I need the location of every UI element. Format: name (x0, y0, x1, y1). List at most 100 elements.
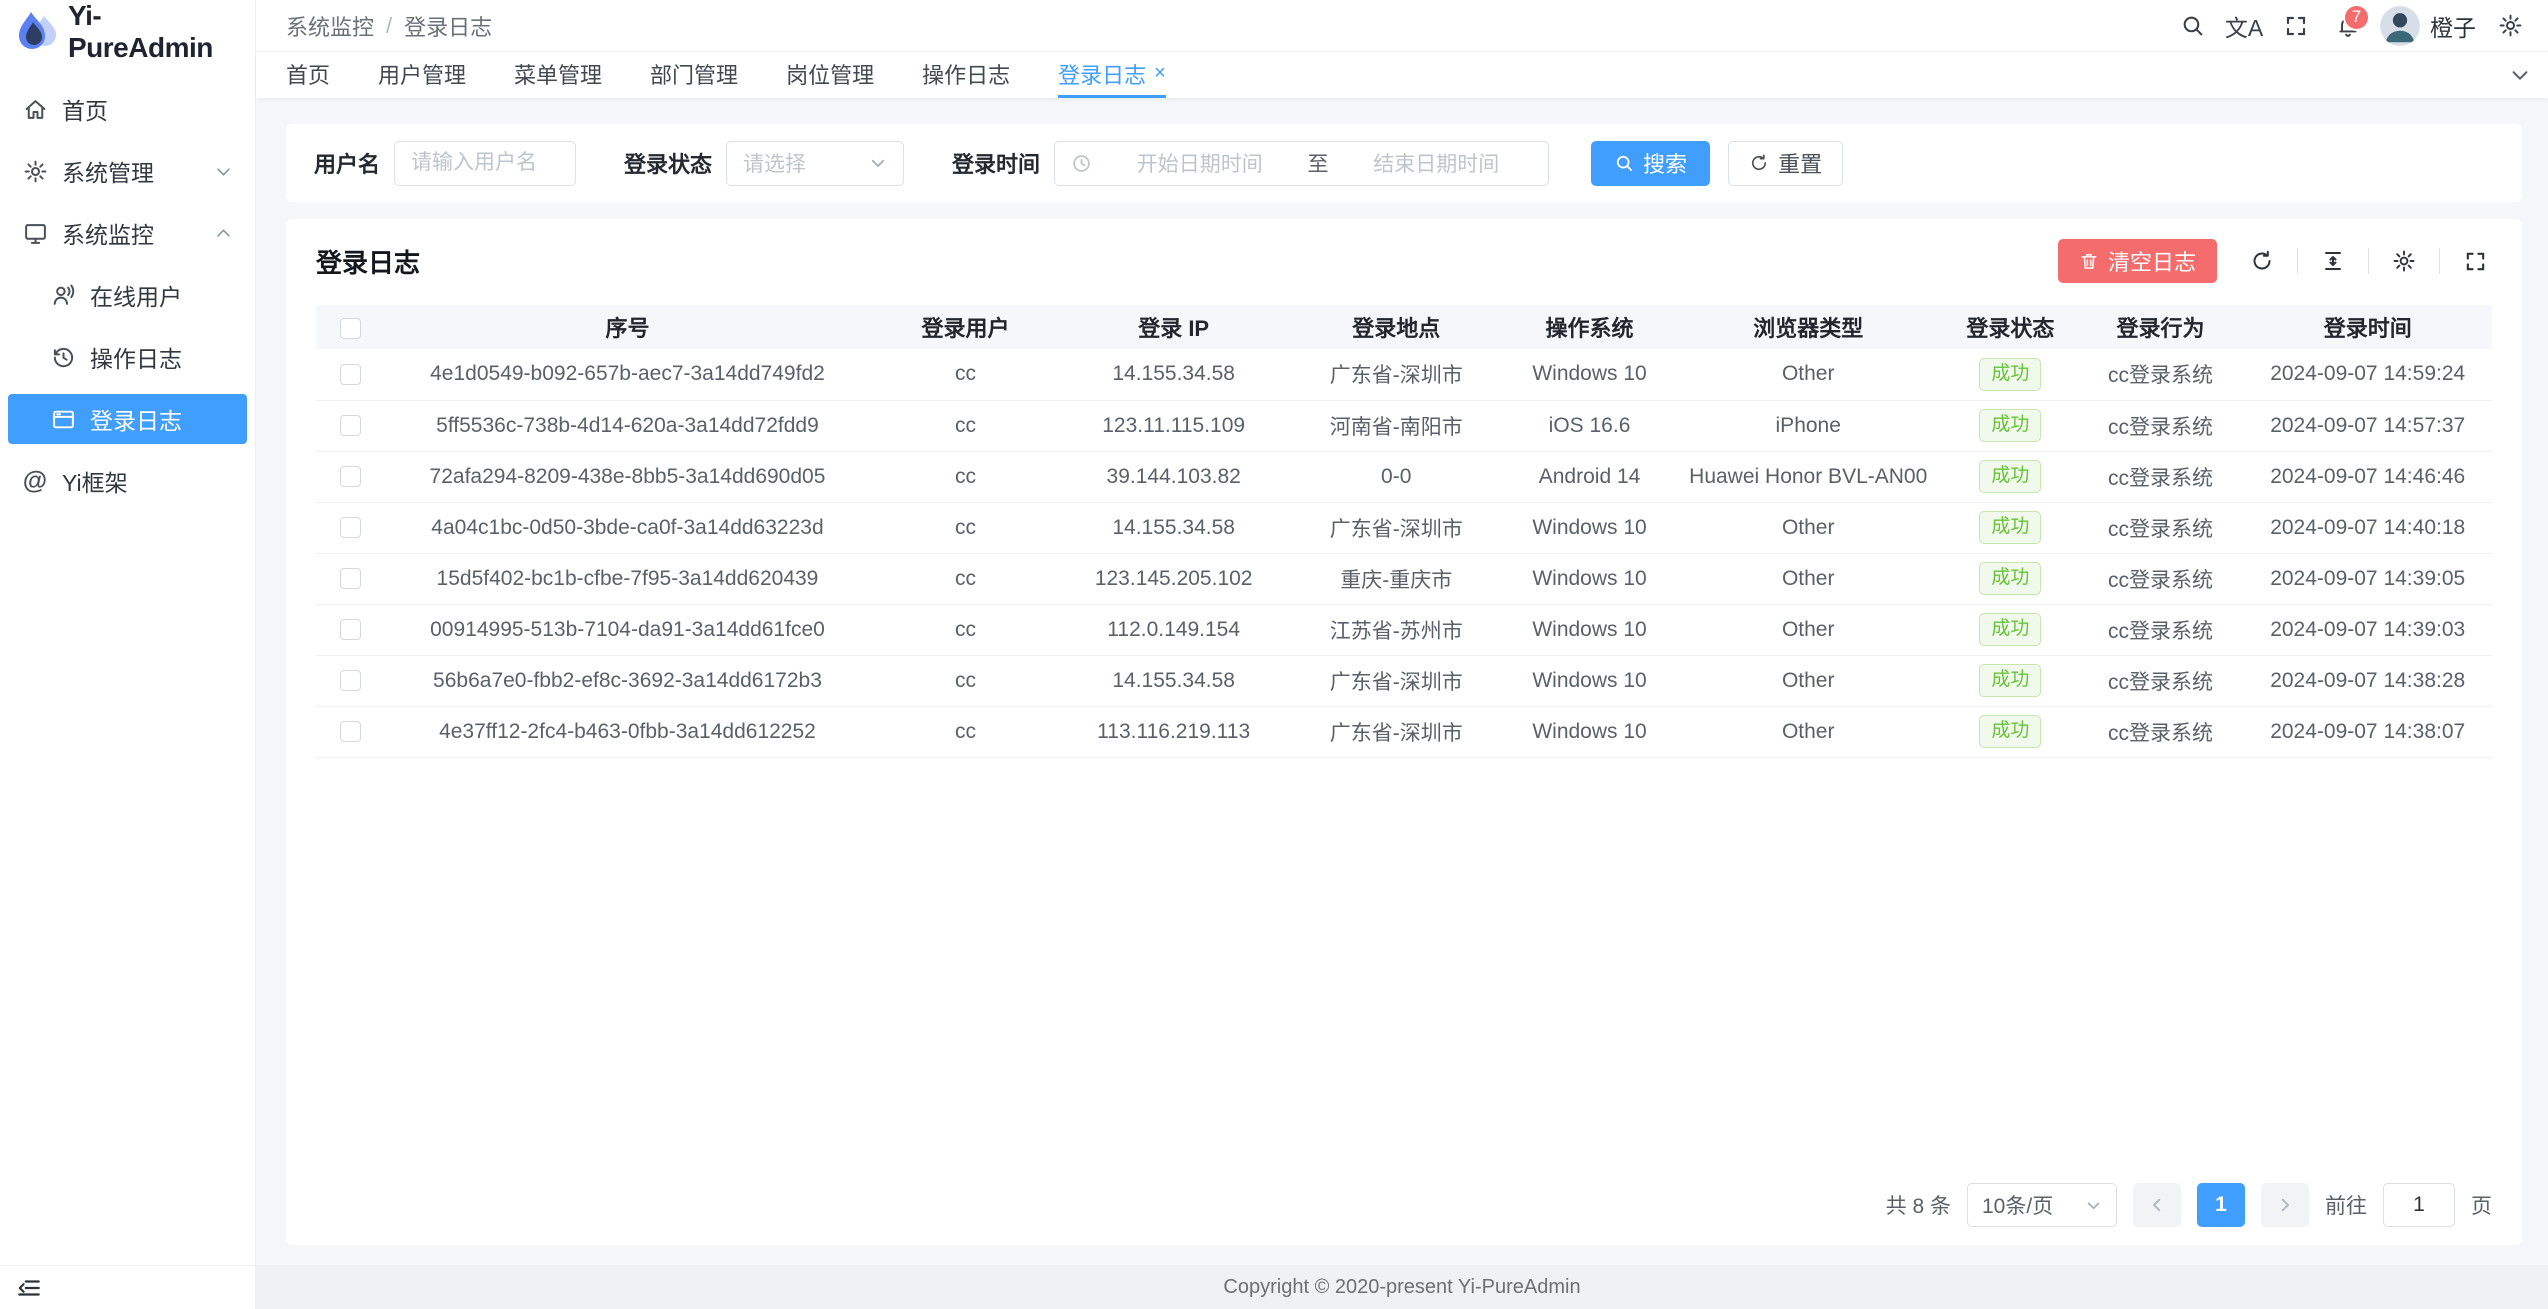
sidebar-item-Yi框架[interactable]: @ Yi框架 (8, 456, 247, 506)
settings-icon[interactable] (2387, 244, 2421, 278)
cell-os: Android 14 (1506, 451, 1674, 502)
row-checkbox[interactable] (340, 517, 361, 538)
sidebar-item-label: 系统管理 (62, 154, 154, 188)
sidebar-footer (0, 1265, 255, 1309)
tab-用户管理[interactable]: 用户管理 (378, 52, 466, 98)
sidebar-item-系统监控[interactable]: 系统监控 (8, 208, 247, 258)
tab-登录日志[interactable]: 登录日志 × (1058, 52, 1166, 98)
username-input-wrap (394, 141, 576, 186)
cell-behavior: cc登录系统 (2078, 502, 2244, 553)
cell-user: cc (870, 655, 1060, 706)
cell-browser: iPhone (1673, 400, 1943, 451)
avatar[interactable] (2380, 6, 2420, 46)
sidebar-item-label: Yi框架 (62, 464, 128, 498)
search-form-card: 用户名 登录状态 请选择 登录时间 开始日期时间 至 (286, 124, 2522, 202)
sidebar-item-label: 在线用户 (90, 278, 182, 312)
next-page-button[interactable] (2261, 1183, 2309, 1227)
cell-status: 成功 (1943, 451, 2078, 502)
table-header-row: 序号登录用户登录 IP登录地点操作系统浏览器类型登录状态登录行为登录时间 (316, 305, 2492, 349)
cell-os: Windows 10 (1506, 349, 1674, 400)
close-icon[interactable]: × (1154, 62, 1166, 85)
tab-部门管理[interactable]: 部门管理 (650, 52, 738, 98)
prev-page-button[interactable] (2133, 1183, 2181, 1227)
log-table-card: 登录日志 清空日志 (286, 219, 2522, 1245)
sidebar-item-登录日志[interactable]: 登录日志 (8, 394, 247, 444)
status-field-label: 登录状态 (624, 147, 712, 179)
breadcrumb-item-current: 登录日志 (404, 10, 492, 42)
row-checkbox[interactable] (340, 466, 361, 487)
cell-ip: 14.155.34.58 (1060, 502, 1286, 553)
reset-button[interactable]: 重置 (1728, 141, 1843, 186)
chevron-down-icon[interactable] (2492, 52, 2548, 98)
sidebar-item-系统管理[interactable]: 系统管理 (8, 146, 247, 196)
date-range-separator: 至 (1308, 148, 1329, 178)
fullscreen-icon[interactable] (2458, 244, 2492, 278)
row-checkbox[interactable] (340, 364, 361, 385)
status-badge: 成功 (1979, 562, 2041, 595)
status-badge: 成功 (1979, 613, 2041, 646)
cell-location: 广东省-深圳市 (1287, 706, 1506, 757)
username-label[interactable]: 橙子 (2430, 9, 2476, 43)
tab-操作日志[interactable]: 操作日志 (922, 52, 1010, 98)
copyright-text: Copyright © 2020-present Yi-PureAdmin (1223, 1276, 1580, 1299)
sidebar-item-首页[interactable]: 首页 (8, 84, 247, 134)
cell-id: 4a04c1bc-0d50-3bde-ca0f-3a14dd63223d (384, 502, 870, 553)
username-input[interactable] (411, 151, 559, 175)
tab-菜单管理[interactable]: 菜单管理 (514, 52, 602, 98)
main-area: 系统监控 / 登录日志 文A 7 (256, 0, 2548, 1309)
sidebar: Yi-PureAdmin 首页系统管理系统监控在线用户操作日志登录日志 @ Yi框架 (0, 0, 256, 1309)
row-checkbox[interactable] (340, 568, 361, 589)
cell-status: 成功 (1943, 604, 2078, 655)
cell-user: cc (870, 604, 1060, 655)
cell-ip: 112.0.149.154 (1060, 604, 1286, 655)
cell-browser: Other (1673, 502, 1943, 553)
cell-ip: 123.11.115.109 (1060, 400, 1286, 451)
bell-icon[interactable]: 7 (2322, 0, 2374, 52)
topbar-actions: 文A 7 橙子 (2166, 0, 2536, 52)
row-checkbox[interactable] (340, 721, 361, 742)
fullscreen-icon[interactable] (2270, 0, 2322, 52)
goto-page-input[interactable] (2383, 1183, 2455, 1227)
search-icon[interactable] (2166, 0, 2218, 52)
cell-user: cc (870, 349, 1060, 400)
sidebar-item-操作日志[interactable]: 操作日志 (8, 332, 247, 382)
row-checkbox[interactable] (340, 670, 361, 691)
breadcrumb-item-parent[interactable]: 系统监控 (286, 10, 374, 42)
cell-id: 4e1d0549-b092-657b-aec7-3a14dd749fd2 (384, 349, 870, 400)
cell-location: 重庆-重庆市 (1287, 553, 1506, 604)
column-header-登录地点: 登录地点 (1287, 305, 1506, 349)
cell-ip: 123.145.205.102 (1060, 553, 1286, 604)
sidebar-item-在线用户[interactable]: 在线用户 (8, 270, 247, 320)
status-select[interactable]: 请选择 (726, 141, 904, 186)
refresh-icon[interactable] (2245, 244, 2279, 278)
tab-label: 登录日志 (1058, 58, 1146, 90)
table-card-header: 登录日志 清空日志 (316, 239, 2492, 283)
translate-icon[interactable]: 文A (2218, 0, 2270, 52)
tab-岗位管理[interactable]: 岗位管理 (786, 52, 874, 98)
search-button[interactable]: 搜索 (1591, 141, 1710, 186)
cell-time: 2024-09-07 14:38:28 (2243, 655, 2492, 706)
gear-icon[interactable] (2484, 0, 2536, 52)
page-size-select[interactable]: 10条/页 (1967, 1183, 2117, 1227)
select-all-checkbox[interactable] (340, 318, 361, 339)
table-row: 4e37ff12-2fc4-b463-0fbb-3a14dd612252cc11… (316, 706, 2492, 757)
cell-os: Windows 10 (1506, 706, 1674, 757)
tab-首页[interactable]: 首页 (286, 52, 330, 98)
row-checkbox[interactable] (340, 415, 361, 436)
density-icon[interactable] (2316, 244, 2350, 278)
row-select-cell (316, 502, 384, 553)
tab-label: 用户管理 (378, 58, 466, 90)
row-select-cell (316, 604, 384, 655)
column-header-登录行为: 登录行为 (2078, 305, 2244, 349)
page-number-button[interactable]: 1 (2197, 1183, 2245, 1227)
logo[interactable]: Yi-PureAdmin (0, 0, 255, 64)
status-badge: 成功 (1979, 358, 2041, 391)
page-unit-label: 页 (2471, 1190, 2492, 1220)
date-range-input[interactable]: 开始日期时间 至 结束日期时间 (1054, 141, 1549, 186)
cell-status: 成功 (1943, 400, 2078, 451)
clear-logs-button[interactable]: 清空日志 (2058, 239, 2217, 283)
menu-fold-icon[interactable] (14, 1273, 44, 1303)
at-icon: @ (22, 468, 48, 494)
row-checkbox[interactable] (340, 619, 361, 640)
tab-label: 菜单管理 (514, 58, 602, 90)
